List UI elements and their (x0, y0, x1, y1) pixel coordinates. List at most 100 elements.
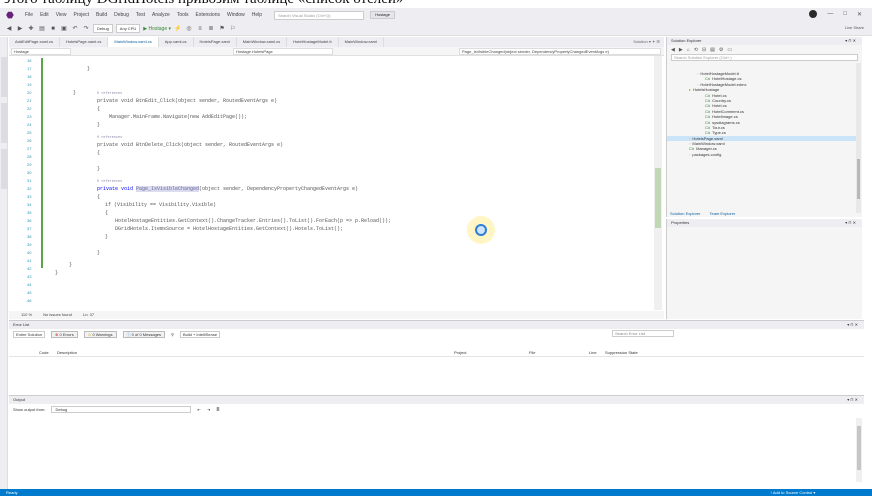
menu-view[interactable]: View (56, 12, 67, 18)
output-source-select[interactable]: Debug (51, 405, 192, 413)
project-dropdown[interactable]: Hostage (11, 48, 71, 55)
col-line[interactable]: Line (589, 349, 597, 357)
forward-icon[interactable]: ▶ (679, 47, 683, 53)
menu-analyze[interactable]: Analyze (152, 12, 170, 18)
col-description[interactable]: Description (57, 349, 77, 357)
filter-icon[interactable]: ⚲ (171, 332, 174, 337)
class-dropdown[interactable]: Hostage.HotelsPage (233, 48, 333, 55)
pin-icon[interactable]: ▾ ⊓ ✕ (847, 321, 858, 329)
home-icon[interactable]: ⌂ (687, 47, 690, 53)
menu-debug[interactable]: Debug (114, 12, 129, 18)
menu-file[interactable]: File (25, 12, 33, 18)
toolbox-tab[interactable] (1, 103, 7, 143)
clear-all-icon[interactable]: ⇤ (197, 407, 200, 412)
tab-mainwindow-xaml[interactable]: MainWindow.xaml (339, 37, 384, 47)
solution-search-input[interactable]: Search Solution Explorer (Ctrl+;) (671, 54, 858, 61)
pin-icon[interactable]: ▾ ⊓ ✕ (845, 219, 856, 227)
sync-icon[interactable]: ⟲ (694, 47, 698, 53)
open-icon[interactable]: ▤ (38, 25, 46, 33)
add-to-source-control-button[interactable]: ↑ Add to Source Control ▾ (770, 489, 815, 496)
live-share-button[interactable]: Live Share (845, 25, 864, 30)
solution-explorer-tabs: Solution Explorer Team Explorer (666, 210, 862, 218)
tab-hotelspage-xaml[interactable]: HotelsPage.xaml (194, 37, 237, 47)
back-icon[interactable]: ◀ (5, 25, 13, 33)
avatar[interactable] (809, 10, 818, 18)
line-number-gutter: 16 17 18 19 20 21 22 23 24 25 26 27 28 2… (9, 56, 47, 310)
configuration-select[interactable]: Debug (93, 24, 113, 33)
close-icon[interactable]: ✕ (857, 11, 862, 18)
platform-select[interactable]: Any CPU (115, 24, 141, 33)
save-icon[interactable]: ■ (49, 25, 57, 33)
editor-scrollbar[interactable] (654, 56, 662, 310)
warnings-filter-button[interactable]: ⚠ 0 Warnings (83, 330, 117, 338)
hot-reload-icon[interactable]: ⚡ (174, 25, 182, 33)
pin-icon[interactable]: ▾ ⊓ ✕ (845, 37, 856, 45)
col-file[interactable]: File (529, 349, 535, 357)
pin-icon[interactable]: ▾ ⊓ ✕ (847, 396, 858, 404)
tab-active-file[interactable]: MainWindow.xaml.cs (108, 37, 159, 47)
uncomment-icon[interactable]: ≣ (207, 25, 215, 33)
comment-icon[interactable]: ≡ (196, 25, 204, 33)
menu-window[interactable]: Window (227, 12, 245, 18)
zoom-level[interactable]: 110 % (21, 312, 32, 317)
code-lens-refs[interactable]: 0 references (97, 136, 122, 140)
build-filter-select[interactable]: Build + IntelliSense (179, 330, 221, 338)
tab-overflow-controls[interactable]: Solution ▾ ✦ ☰ (633, 37, 660, 47)
collapse-all-icon[interactable]: ⊟ (702, 47, 706, 53)
error-scope-select[interactable]: Entire Solution (13, 330, 46, 338)
code-btn-delete-signature: private void BtnDelete_Click(object send… (97, 142, 284, 148)
show-all-files-icon[interactable]: ▤ (710, 47, 715, 53)
member-dropdown[interactable]: Page_IsVisibleChanged(object sender, Dep… (459, 48, 661, 55)
col-project[interactable]: Project (454, 349, 466, 357)
preview-icon[interactable]: ▭ (727, 47, 732, 53)
minimize-icon[interactable]: — (827, 11, 833, 17)
menu-edit[interactable]: Edit (40, 12, 49, 18)
properties-icon[interactable]: ⚙ (719, 47, 723, 53)
new-item-icon[interactable]: ✚ (27, 25, 35, 33)
code-lens-refs[interactable]: 0 references (97, 180, 122, 184)
tab-model-tt[interactable]: HotelHostageModel.tt (287, 37, 339, 47)
error-list-search[interactable]: Search Error List (612, 330, 674, 337)
tab-mainwindow-cs[interactable]: MainWindow.xaml.cs (237, 37, 288, 47)
solution-scroll-thumb[interactable] (857, 159, 860, 199)
tree-item[interactable]: ▫ packages.config (667, 152, 857, 157)
save-all-icon[interactable]: ▣ (60, 25, 68, 33)
server-explorer-tab[interactable] (1, 57, 7, 97)
back-icon[interactable]: ◀ (671, 47, 675, 53)
undo-icon[interactable]: ↶ (71, 25, 79, 33)
word-wrap-icon[interactable]: ⇥ (207, 407, 210, 412)
search-input[interactable]: Search Visual Studio (Ctrl+Q) (274, 10, 365, 20)
tab-hotelspage-cs[interactable]: HotelsPage.xaml.cs (60, 37, 109, 47)
code-lens-refs[interactable]: 0 references (97, 92, 122, 96)
tab-solution-explorer[interactable]: Solution Explorer (670, 211, 700, 216)
menu-build[interactable]: Build (96, 12, 107, 18)
data-sources-tab[interactable] (1, 149, 7, 189)
output-scrollbar[interactable] (856, 418, 862, 482)
output-scroll-thumb[interactable] (857, 426, 861, 470)
messages-filter-button[interactable]: ⓘ 0 of 0 Messages (122, 330, 166, 338)
col-code[interactable]: Code (39, 349, 49, 357)
toggle-wrap-icon[interactable]: ≣ (216, 407, 219, 412)
bookmark-icon[interactable]: ⚑ (218, 25, 226, 33)
issues-indicator[interactable]: No issues found (43, 312, 72, 317)
bookmark-next-icon[interactable]: ⚐ (229, 25, 237, 33)
forward-icon[interactable]: ▶ (16, 25, 24, 33)
editor-scroll-thumb[interactable] (655, 168, 661, 228)
menu-tools[interactable]: Tools (177, 12, 189, 18)
menu-project[interactable]: Project (73, 12, 89, 18)
tab-app-cs[interactable]: App.xaml.cs (159, 37, 194, 47)
redo-icon[interactable]: ↷ (82, 25, 90, 33)
menu-test[interactable]: Test (136, 12, 145, 18)
tab-team-explorer[interactable]: Team Explorer (710, 211, 736, 216)
solution-scrollbar[interactable] (856, 63, 861, 213)
errors-filter-button[interactable]: ⊗ 0 Errors (51, 330, 78, 338)
start-debugging-button[interactable]: ▶ Hostage ▾ (143, 26, 171, 32)
code-editor[interactable]: 16 17 18 19 20 21 22 23 24 25 26 27 28 2… (9, 56, 664, 310)
col-suppression[interactable]: Suppression State (605, 349, 638, 357)
menu-extensions[interactable]: Extensions (196, 12, 220, 18)
maximize-icon[interactable]: □ (843, 11, 847, 17)
browser-icon[interactable]: ◎ (185, 25, 193, 33)
line-number: 38 (27, 234, 32, 239)
tab-addeditpage-cs[interactable]: AddEditPage.xaml.cs (9, 37, 61, 47)
menu-help[interactable]: Help (252, 12, 262, 18)
